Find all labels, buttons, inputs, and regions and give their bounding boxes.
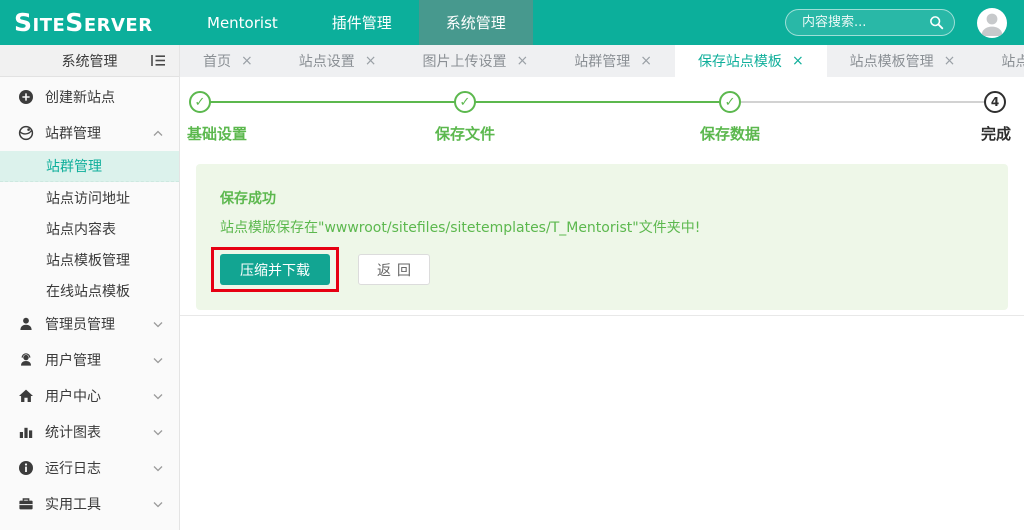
annotation-wrapper: 压缩并下载	[220, 254, 330, 285]
check-icon: ✓	[460, 95, 471, 110]
tab-template-manage[interactable]: 站点模板管理×	[827, 45, 979, 77]
sidebar-item-statistics[interactable]: 统计图表	[0, 414, 179, 450]
chevron-down-icon	[153, 429, 163, 436]
step-circle-2: ✓	[454, 91, 476, 113]
user-icon	[977, 8, 1007, 38]
main-area: 首页× 站点设置× 图片上传设置× 站群管理× 保存站点模板× 站点模板管理× …	[180, 45, 1024, 530]
tab-image-upload-settings[interactable]: 图片上传设置×	[399, 45, 551, 77]
close-tab-icon[interactable]: ×	[640, 53, 652, 69]
content-search	[785, 9, 955, 36]
app-logo[interactable]: SITESERVER	[0, 8, 180, 37]
sidebar-item-label: 管理员管理	[45, 314, 153, 334]
close-tab-icon[interactable]: ×	[792, 53, 804, 69]
sidebar-item-label: 实用工具	[45, 494, 153, 514]
chevron-down-icon	[153, 393, 163, 400]
briefcase-icon	[18, 496, 34, 512]
sidebar-item-tools[interactable]: 实用工具	[0, 486, 179, 522]
nav-item-plugin-manage[interactable]: 插件管理	[305, 0, 419, 45]
tab-bar: 首页× 站点设置× 图片上传设置× 站群管理× 保存站点模板× 站点模板管理× …	[180, 45, 1024, 77]
sidebar: 系统管理 创建新站点 站群管理	[0, 45, 180, 530]
admin-icon	[18, 316, 34, 332]
panel-buttons: 压缩并下载 返回	[220, 254, 984, 285]
nav-item-mentorist[interactable]: Mentorist	[180, 0, 305, 45]
chevron-down-icon	[153, 501, 163, 508]
sidebar-subitem-site-url[interactable]: 站点访问地址	[0, 182, 179, 213]
main-nav: Mentorist 插件管理 系统管理	[180, 0, 533, 45]
stepper-labels: 基础设置 保存文件 保存数据 完成	[200, 123, 995, 145]
user-avatar[interactable]	[977, 8, 1007, 38]
step-circle-3: ✓	[719, 91, 741, 113]
globe-icon	[18, 125, 34, 141]
close-tab-icon[interactable]: ×	[944, 53, 956, 69]
sidebar-header: 系统管理	[0, 45, 179, 77]
user-icon	[18, 352, 34, 368]
panel-title: 保存成功	[220, 188, 984, 208]
chevron-down-icon	[153, 321, 163, 328]
top-header: SITESERVER Mentorist 插件管理 系统管理	[0, 0, 1024, 45]
sidebar-item-user-manage[interactable]: 用户管理	[0, 342, 179, 378]
tab-site-group[interactable]: 站群管理×	[551, 45, 675, 77]
tab-save-site-template[interactable]: 保存站点模板×	[675, 45, 827, 77]
tab-site-settings[interactable]: 站点设置×	[276, 45, 400, 77]
check-icon: ✓	[195, 95, 206, 110]
sidebar-subitem-online-template[interactable]: 在线站点模板	[0, 275, 179, 306]
success-panel: 保存成功 站点模版保存在"wwwroot/sitefiles/sitetempl…	[196, 164, 1008, 310]
nav-item-system-manage[interactable]: 系统管理	[419, 0, 533, 45]
chevron-up-icon	[153, 130, 163, 137]
tab-home[interactable]: 首页×	[180, 45, 276, 77]
step-label-basic-settings: 基础设置	[187, 123, 247, 144]
step-connector	[465, 101, 730, 103]
step-label-save-files: 保存文件	[435, 123, 495, 144]
sidebar-item-label: 统计图表	[45, 422, 153, 442]
sidebar-item-label: 用户管理	[45, 350, 153, 370]
chevron-down-icon	[153, 357, 163, 364]
bar-chart-icon	[18, 424, 34, 440]
compress-download-button[interactable]: 压缩并下载	[220, 254, 330, 285]
sidebar-title: 系统管理	[62, 51, 118, 71]
sidebar-submenu-site-group: 站群管理 站点访问地址 站点内容表 站点模板管理 在线站点模板	[0, 151, 179, 306]
tab-site-url[interactable]: 站点访问地址×	[978, 45, 1024, 77]
close-tab-icon[interactable]: ×	[365, 53, 377, 69]
plus-circle-icon	[18, 89, 34, 105]
panel-message: 站点模版保存在"wwwroot/sitefiles/sitetemplates/…	[220, 217, 984, 237]
logo-text: S	[14, 8, 33, 37]
sidebar-item-label: 运行日志	[45, 458, 153, 478]
sidebar-subitem-site-group[interactable]: 站群管理	[0, 151, 179, 182]
content-area: ✓ ✓ ✓ 4 基础设置 保存文件 保存数据 完成 保存成功 站点模版保存在"w…	[180, 77, 1024, 530]
step-connector	[200, 101, 465, 103]
step-label-complete: 完成	[981, 123, 1011, 144]
sidebar-item-label: 用户中心	[45, 386, 153, 406]
sidebar-item-logs[interactable]: 运行日志	[0, 450, 179, 486]
search-icon[interactable]	[929, 15, 944, 30]
search-input[interactable]	[800, 14, 929, 31]
sidebar-item-user-center[interactable]: 用户中心	[0, 378, 179, 414]
sidebar-item-label: 站群管理	[45, 123, 153, 143]
chevron-down-icon	[153, 465, 163, 472]
sidebar-item-site-group[interactable]: 站群管理	[0, 115, 179, 151]
info-icon	[18, 460, 34, 476]
step-circle-1: ✓	[189, 91, 211, 113]
sidebar-item-label: 创建新站点	[45, 87, 163, 107]
home-icon	[18, 388, 34, 404]
sidebar-item-create-site[interactable]: 创建新站点	[0, 79, 179, 115]
back-button[interactable]: 返回	[358, 254, 430, 285]
step-circle-4: 4	[984, 91, 1006, 113]
sidebar-subitem-template-manage[interactable]: 站点模板管理	[0, 244, 179, 275]
app-window: SITESERVER Mentorist 插件管理 系统管理 系统管理	[0, 0, 1024, 530]
check-icon: ✓	[725, 95, 736, 110]
content-divider	[180, 315, 1024, 316]
close-tab-icon[interactable]: ×	[241, 53, 253, 69]
sidebar-subitem-content-table[interactable]: 站点内容表	[0, 213, 179, 244]
sidebar-menu: 创建新站点 站群管理 站群管理 站点访问地址 站点内容表 站点模板管理	[0, 77, 179, 522]
collapse-menu-icon[interactable]	[151, 54, 166, 67]
step-number: 4	[991, 95, 999, 109]
close-tab-icon[interactable]: ×	[516, 53, 528, 69]
step-label-save-data: 保存数据	[700, 123, 760, 144]
step-connector	[730, 101, 995, 103]
stepper: ✓ ✓ ✓ 4	[200, 91, 995, 117]
main-row: 系统管理 创建新站点 站群管理	[0, 45, 1024, 530]
sidebar-item-admin-manage[interactable]: 管理员管理	[0, 306, 179, 342]
